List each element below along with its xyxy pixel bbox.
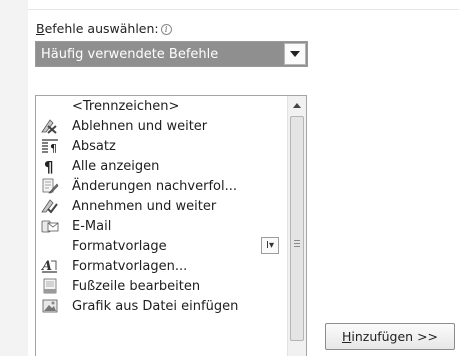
list-item-style[interactable]: Formatvorlage I▾ <box>36 236 288 256</box>
dropdown-button[interactable] <box>284 43 306 65</box>
list-item-label: Alle anzeigen <box>72 158 160 174</box>
list-item-label: Annehmen und weiter <box>72 198 217 214</box>
paragraph-format-icon: ¶ <box>39 137 61 155</box>
add-button[interactable]: Hinzufügen >> <box>325 323 455 350</box>
list-item-show-all[interactable]: ¶ Alle anzeigen <box>36 156 288 176</box>
list-item-label: Absatz <box>72 138 116 154</box>
list-item-paragraph[interactable]: ¶ Absatz <box>36 136 288 156</box>
left-navigation-strip <box>0 0 28 356</box>
reject-next-icon <box>39 117 61 135</box>
grip-line <box>294 243 300 244</box>
footer-icon <box>39 277 61 295</box>
top-divider <box>28 0 459 10</box>
commands-list[interactable]: <Trennzeichen> Ablehnen und weiter ¶ Abs… <box>35 95 307 356</box>
list-item-label: Änderungen nachverfol... <box>72 178 237 194</box>
list-item-insert-picture[interactable]: Grafik aus Datei einfügen <box>36 296 288 316</box>
list-item-label: Fußzeile bearbeiten <box>72 278 201 294</box>
list-item-label: Ablehnen und weiter <box>72 118 208 134</box>
list-item-reject-next[interactable]: Ablehnen und weiter <box>36 116 288 136</box>
info-icon[interactable]: i <box>160 24 172 35</box>
list-item-accept-next[interactable]: Annehmen und weiter <box>36 196 288 216</box>
style-submenu-indicator[interactable]: I▾ <box>261 237 279 254</box>
grip-line <box>294 240 300 241</box>
scroll-thumb[interactable] <box>290 116 304 341</box>
svg-text:¶: ¶ <box>50 142 57 154</box>
styles-icon: A <box>39 257 61 275</box>
dropdown-selected-value: Häufig verwendete Befehle <box>41 46 219 62</box>
choose-commands-label: Befehle auswählen: i <box>36 21 172 36</box>
email-icon <box>39 217 61 235</box>
scroll-up-button[interactable] <box>288 96 306 114</box>
list-item-track-changes[interactable]: Änderungen nachverfol... <box>36 176 288 196</box>
grip-line <box>294 246 300 247</box>
picture-icon <box>39 297 61 315</box>
list-item-styles[interactable]: A Formatvorlagen... <box>36 256 288 276</box>
list-item-label: Formatvorlagen... <box>72 258 188 274</box>
track-changes-icon <box>39 177 61 195</box>
accept-next-icon <box>39 197 61 215</box>
commands-category-dropdown[interactable]: Häufig verwendete Befehle <box>35 41 308 67</box>
list-item-email[interactable]: E-Mail <box>36 216 288 236</box>
chevron-down-icon <box>290 51 300 57</box>
list-scrollbar[interactable] <box>287 96 306 356</box>
svg-text:¶: ¶ <box>44 158 54 174</box>
list-item-label: <Trennzeichen> <box>72 98 180 114</box>
chevron-up-icon <box>293 102 301 108</box>
list-item-label: Grafik aus Datei einfügen <box>72 298 239 314</box>
list-item-label: E-Mail <box>72 218 112 234</box>
pilcrow-icon: ¶ <box>39 157 61 175</box>
list-item-separator[interactable]: <Trennzeichen> <box>36 96 288 116</box>
list-item-edit-footer[interactable]: Fußzeile bearbeiten <box>36 276 288 296</box>
list-item-label: Formatvorlage <box>72 238 167 254</box>
